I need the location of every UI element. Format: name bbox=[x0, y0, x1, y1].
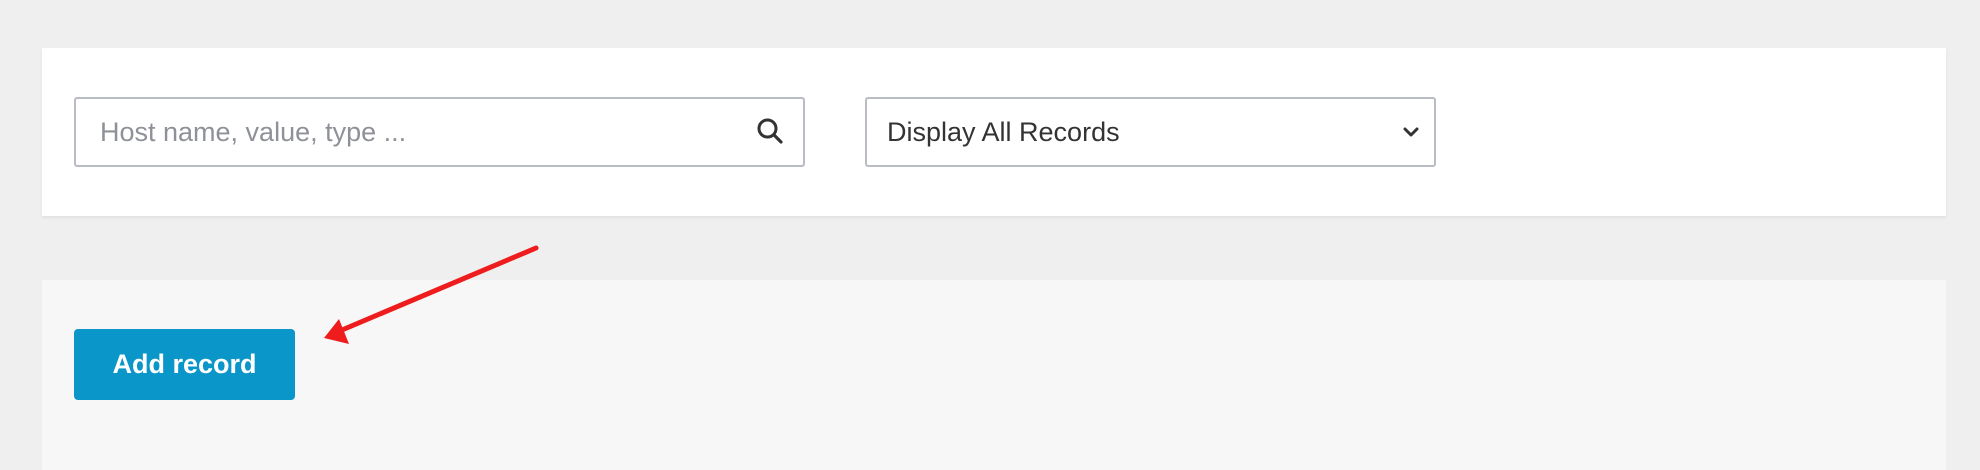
chevron-down-icon bbox=[1403, 127, 1419, 137]
search-input[interactable] bbox=[76, 99, 736, 165]
add-record-button[interactable]: Add record bbox=[74, 329, 295, 400]
record-filter-selected-value: Display All Records bbox=[887, 117, 1120, 147]
search-box bbox=[74, 97, 805, 167]
actions-panel bbox=[42, 280, 1946, 470]
record-filter-select[interactable]: Display All Records bbox=[865, 97, 1436, 167]
search-icon[interactable] bbox=[755, 116, 785, 146]
